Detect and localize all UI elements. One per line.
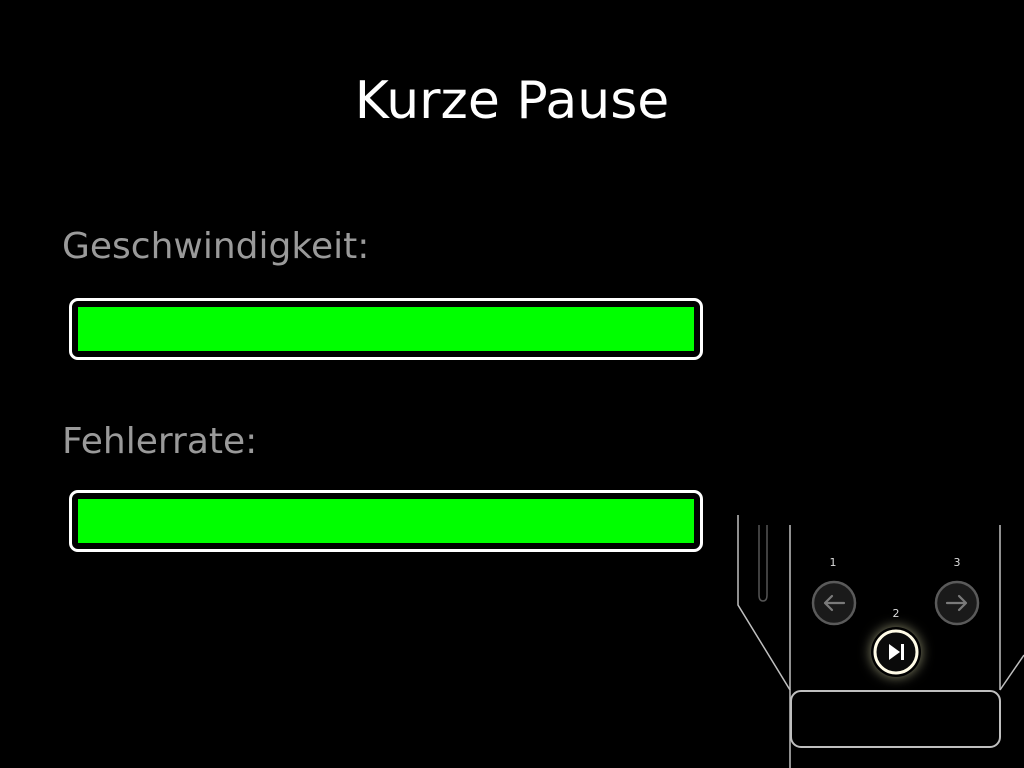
speed-bar-fill: [78, 307, 694, 351]
arrow-left-icon: [811, 580, 857, 626]
play-skip-icon: [873, 629, 919, 675]
error-rate-label: Fehlerrate:: [62, 421, 258, 462]
hand-controller: 1 2 3: [730, 515, 1024, 768]
speed-bar: [69, 298, 703, 360]
arrow-right-icon: [934, 580, 980, 626]
prev-button[interactable]: [811, 580, 857, 626]
button-number-1: 1: [829, 556, 837, 569]
error-rate-bar-fill: [78, 499, 694, 543]
button-number-3: 3: [953, 556, 961, 569]
button-number-2: 2: [892, 607, 900, 620]
next-button[interactable]: [934, 580, 980, 626]
speed-label: Geschwindigkeit:: [62, 226, 370, 267]
page-title: Kurze Pause: [354, 71, 670, 131]
error-rate-bar: [69, 490, 703, 552]
play-skip-button[interactable]: [871, 627, 921, 677]
